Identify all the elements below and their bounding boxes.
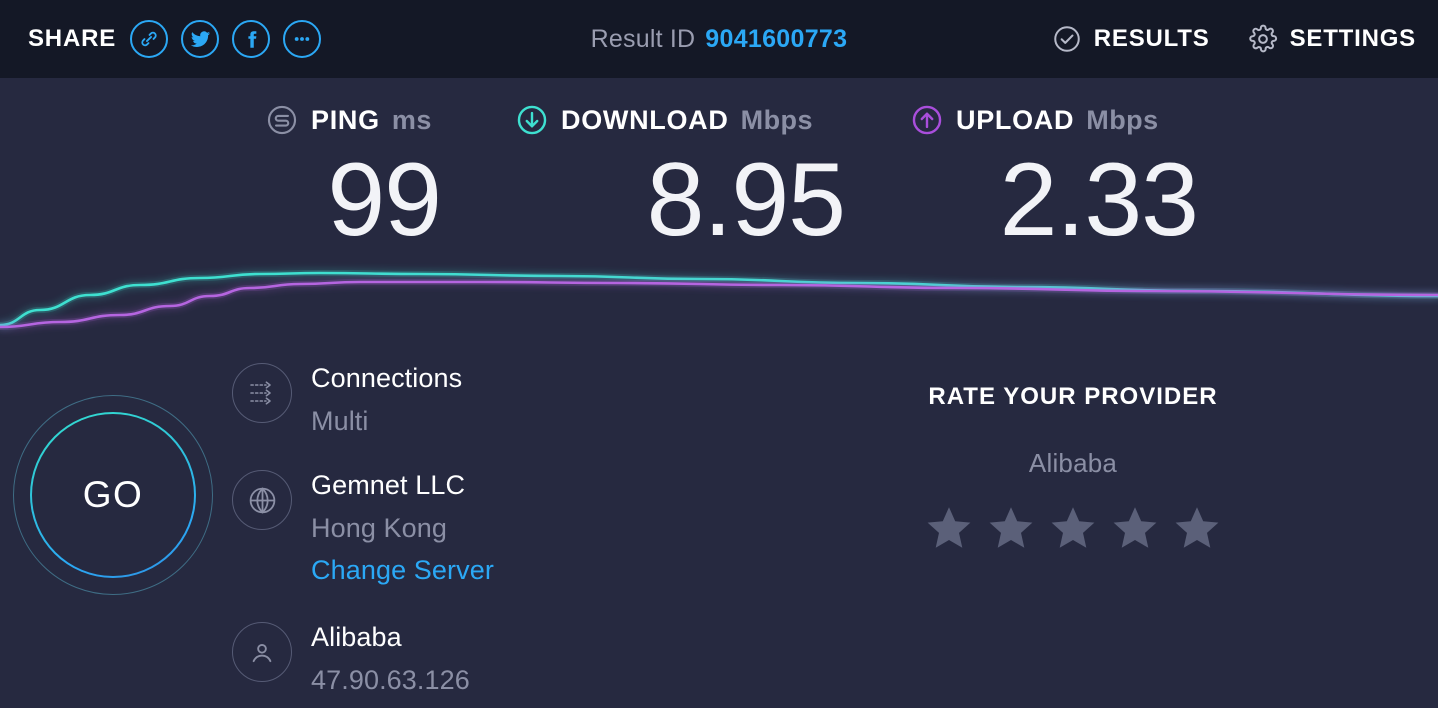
rate-provider-title: RATE YOUR PROVIDER xyxy=(928,383,1218,410)
link-icon xyxy=(141,31,157,47)
info-row-isp: Alibaba 47.90.63.126 xyxy=(232,619,470,697)
share-more-button[interactable] xyxy=(283,20,322,58)
server-location: Hong Kong xyxy=(311,512,448,543)
connections-sub: Multi xyxy=(311,405,369,436)
go-button-label: GO xyxy=(82,474,144,515)
metric-ping-head: PING ms xyxy=(265,100,441,140)
metric-ping-unit: ms xyxy=(391,104,432,135)
top-bar: SHARE Result ID 9041600773 RESULTS SETTI… xyxy=(0,0,1438,78)
rating-star-2[interactable] xyxy=(987,505,1035,551)
metrics-row: PING ms 99 DOWNLOAD Mbps 8.95 UPLOAD Mbp… xyxy=(0,78,1438,268)
lower-section: GO Connections Multi Gemnet LLC Hong Kon… xyxy=(0,345,1438,708)
connections-title: Connections xyxy=(311,363,463,393)
metric-ping-name: PING xyxy=(311,104,380,135)
rate-provider-stars xyxy=(855,505,1291,551)
share-link-button[interactable] xyxy=(130,20,169,58)
ping-icon xyxy=(267,105,297,135)
metric-download-name: DOWNLOAD xyxy=(561,104,729,135)
metric-ping: PING ms 99 xyxy=(265,100,442,258)
isp-ip: 47.90.63.126 xyxy=(311,664,470,695)
twitter-icon xyxy=(190,30,210,47)
info-row-server: Gemnet LLC Hong Kong Change Server xyxy=(232,467,494,588)
download-arrow-icon xyxy=(517,105,547,135)
metric-upload-value: 2.33 xyxy=(999,142,1199,258)
globe-icon-wrap xyxy=(232,470,292,530)
metric-upload: UPLOAD Mbps 2.33 xyxy=(910,100,1199,258)
go-button[interactable]: GO xyxy=(13,395,213,595)
result-id-value[interactable]: 9041600773 xyxy=(705,25,847,54)
info-row-connections: Connections Multi xyxy=(232,360,462,438)
share-group: SHARE xyxy=(28,0,322,78)
facebook-icon xyxy=(247,30,256,48)
result-id-label: Result ID xyxy=(590,24,696,53)
metric-download: DOWNLOAD Mbps 8.95 xyxy=(515,100,846,258)
metric-upload-name: UPLOAD xyxy=(956,104,1075,135)
settings-label: SETTINGS xyxy=(1289,25,1416,52)
share-facebook-button[interactable] xyxy=(232,20,271,58)
rating-star-1[interactable] xyxy=(925,505,973,551)
gear-icon xyxy=(1248,24,1277,53)
connections-text: Connections Multi xyxy=(311,360,462,438)
graph-lines xyxy=(0,269,1438,330)
share-icon-list xyxy=(130,20,322,58)
top-bar-actions: RESULTS SETTINGS xyxy=(1052,0,1416,78)
metric-ping-value: 99 xyxy=(327,142,442,258)
more-icon xyxy=(294,37,310,41)
person-icon-wrap xyxy=(232,622,292,682)
rating-star-5[interactable] xyxy=(1173,505,1221,551)
rate-provider-panel: RATE YOUR PROVIDER Alibaba xyxy=(855,383,1291,551)
speedtest-app: SHARE Result ID 9041600773 RESULTS SETTI… xyxy=(0,0,1438,708)
rating-star-3[interactable] xyxy=(1049,505,1097,551)
rate-provider-name: Alibaba xyxy=(1028,448,1118,478)
isp-text: Alibaba 47.90.63.126 xyxy=(311,619,470,697)
check-circle-icon xyxy=(1054,26,1080,52)
graph-line-glow-download xyxy=(0,269,1438,328)
metric-download-value: 8.95 xyxy=(646,142,846,258)
share-label: SHARE xyxy=(28,25,117,52)
server-text: Gemnet LLC Hong Kong Change Server xyxy=(311,467,494,588)
rating-star-4[interactable] xyxy=(1111,505,1159,551)
globe-icon xyxy=(249,486,275,514)
isp-name: Alibaba xyxy=(311,622,402,652)
connections-icon-wrap xyxy=(232,363,292,423)
metric-upload-unit: Mbps xyxy=(1086,104,1159,135)
share-twitter-button[interactable] xyxy=(181,20,220,58)
results-label: RESULTS xyxy=(1093,25,1210,52)
person-icon xyxy=(252,643,272,663)
metric-download-head: DOWNLOAD Mbps xyxy=(515,100,845,140)
metric-download-unit: Mbps xyxy=(740,104,814,135)
metric-upload-head: UPLOAD Mbps xyxy=(910,100,1198,140)
settings-button[interactable]: SETTINGS xyxy=(1248,24,1416,54)
server-name: Gemnet LLC xyxy=(311,470,466,500)
connections-icon xyxy=(250,381,271,405)
speed-graph xyxy=(0,250,1438,350)
graph-line-glow-upload xyxy=(0,279,1438,330)
upload-arrow-icon xyxy=(912,105,942,135)
results-button[interactable]: RESULTS xyxy=(1052,24,1210,54)
speed-graph-svg xyxy=(0,269,1438,330)
change-server-link[interactable]: Change Server xyxy=(311,553,494,588)
